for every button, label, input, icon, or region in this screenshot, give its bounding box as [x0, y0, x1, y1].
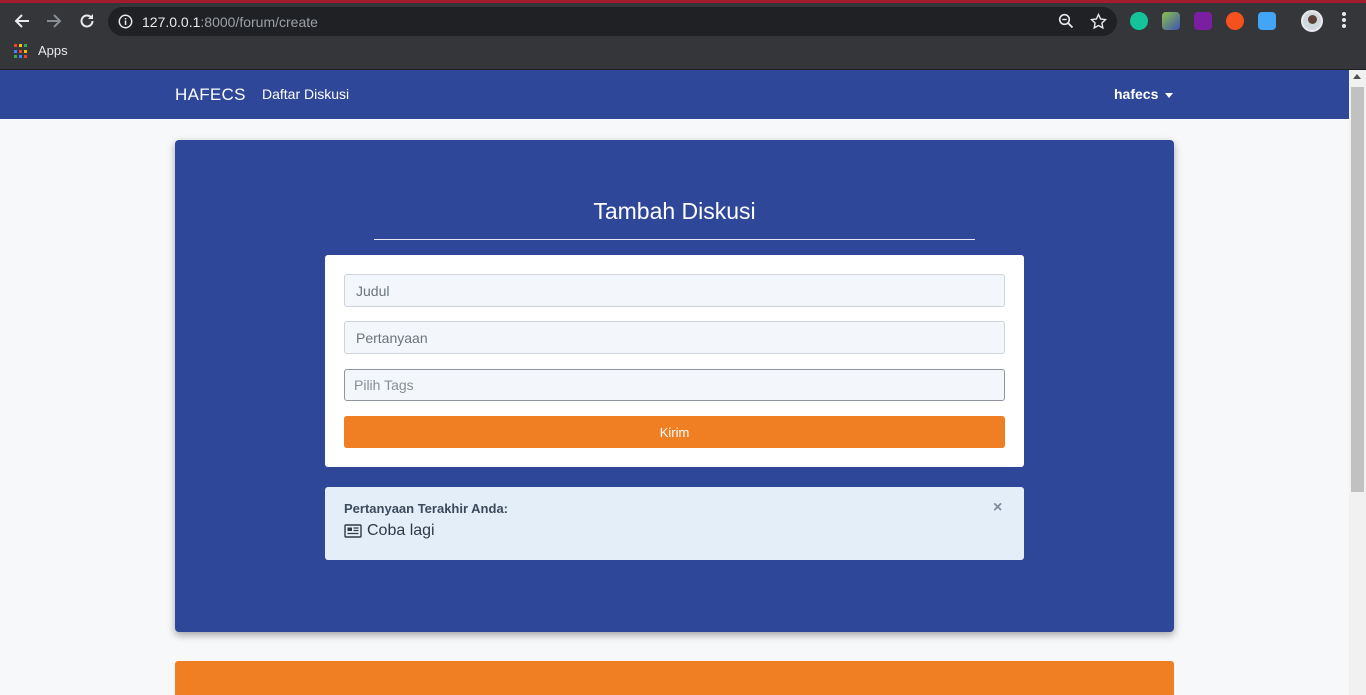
- create-discussion-card: Tambah Diskusi Pilih Tags Kirim Pertanya…: [175, 140, 1174, 632]
- last-question-title: Coba lagi: [367, 522, 435, 539]
- back-button[interactable]: [11, 10, 33, 32]
- site-navbar: HAFECS Daftar Diskusi hafecs: [0, 70, 1349, 119]
- kirim-button[interactable]: Kirim: [344, 416, 1005, 448]
- alert-heading: Pertanyaan Terakhir Anda:: [344, 501, 508, 516]
- last-question-link[interactable]: Coba lagi: [344, 522, 435, 540]
- url-path: :8000/forum/create: [200, 14, 318, 30]
- grammarly-icon[interactable]: [1130, 12, 1148, 30]
- caret-down-icon: [1165, 92, 1174, 98]
- forward-arrow-icon: [47, 14, 62, 28]
- forward-button[interactable]: [43, 10, 65, 32]
- info-icon[interactable]: [118, 14, 133, 29]
- nav-link-daftar-diskusi[interactable]: Daftar Diskusi: [262, 86, 349, 102]
- bookmark-star-icon[interactable]: [1090, 13, 1107, 30]
- apps-bookmark[interactable]: Apps: [38, 43, 68, 58]
- bookmarks-bar: Apps: [0, 38, 1366, 70]
- back-arrow-icon: [14, 14, 29, 28]
- browser-menu-icon[interactable]: [1336, 12, 1352, 32]
- judul-input[interactable]: [344, 274, 1005, 307]
- pertanyaan-input[interactable]: [344, 321, 1005, 354]
- reload-button[interactable]: [76, 10, 98, 32]
- address-bar[interactable]: 127.0.0.1:8000/forum/create: [108, 7, 1117, 36]
- browser-toolbar: 127.0.0.1:8000/forum/create: [0, 0, 1366, 38]
- page-viewport: HAFECS Daftar Diskusi hafecs Tambah Disk…: [0, 70, 1349, 695]
- extension-purple-icon[interactable]: [1194, 12, 1212, 30]
- url-host: 127.0.0.1: [142, 14, 201, 30]
- newspaper-icon: [344, 524, 362, 538]
- user-dropdown[interactable]: hafecs: [1114, 86, 1174, 102]
- page-scrollbar[interactable]: [1349, 70, 1366, 695]
- title-divider: [374, 239, 975, 240]
- last-question-alert: Pertanyaan Terakhir Anda: × Coba lagi: [325, 487, 1024, 560]
- reload-icon: [80, 14, 94, 28]
- extension-green-icon[interactable]: [1162, 12, 1180, 30]
- scroll-up-icon[interactable]: [1353, 74, 1361, 79]
- user-name: hafecs: [1114, 86, 1159, 102]
- apps-grid-icon[interactable]: [14, 44, 29, 59]
- extension-blue-icon[interactable]: [1258, 12, 1276, 30]
- footer-section: [175, 661, 1174, 695]
- brand-link[interactable]: HAFECS: [175, 85, 246, 105]
- page-title: Tambah Diskusi: [593, 198, 756, 224]
- discussion-form: Pilih Tags Kirim: [325, 255, 1024, 467]
- tags-select[interactable]: Pilih Tags: [344, 369, 1005, 401]
- scrollbar-thumb[interactable]: [1351, 87, 1364, 492]
- close-icon[interactable]: ×: [993, 499, 1002, 517]
- zoom-icon[interactable]: [1058, 13, 1074, 29]
- extension-orange-icon[interactable]: [1226, 12, 1244, 30]
- profile-avatar[interactable]: [1301, 10, 1323, 32]
- url-text: 127.0.0.1:8000/forum/create: [142, 14, 318, 30]
